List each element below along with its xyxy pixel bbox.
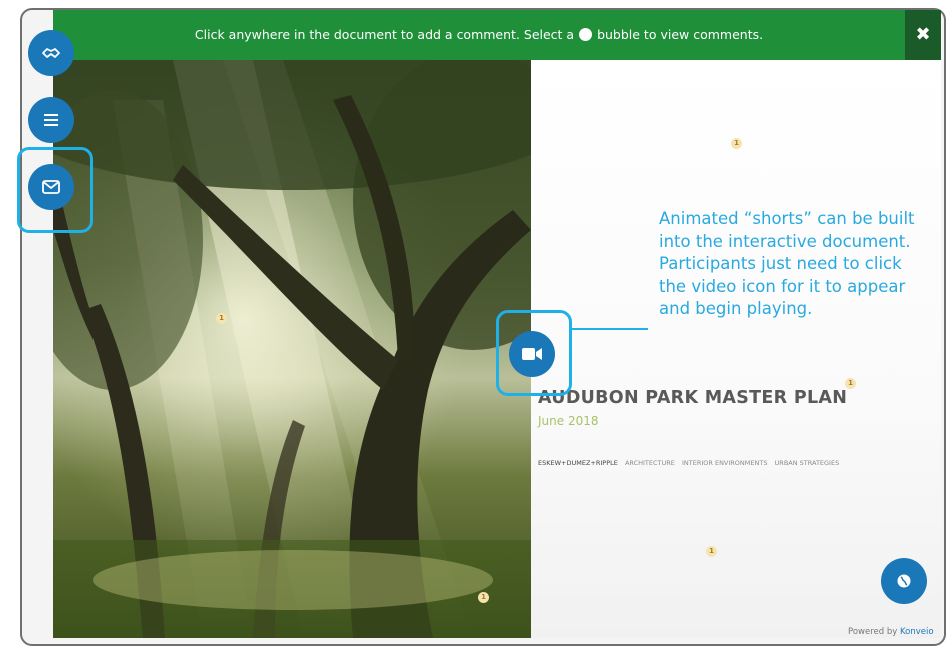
comment-marker[interactable]: 1	[216, 313, 227, 324]
globe-icon	[897, 574, 911, 588]
comment-marker[interactable]: 1	[706, 546, 717, 557]
video-button[interactable]	[509, 331, 555, 377]
handshake-icon	[42, 48, 60, 58]
oak-trees-image	[53, 60, 531, 638]
language-button[interactable]	[881, 558, 927, 604]
comment-marker[interactable]: 1	[731, 138, 742, 149]
credit-item: INTERIOR ENVIRONMENTS	[681, 459, 768, 467]
banner-text-start: Click anywhere in the document to add a …	[194, 27, 575, 42]
menu-icon	[44, 114, 58, 126]
banner-text-end: bubble to view comments.	[597, 27, 764, 42]
close-banner-button[interactable]: ✖	[905, 10, 941, 60]
instruction-banner: Click anywhere in the document to add a …	[53, 10, 941, 60]
firm-name: ESKEW+DUMEZ+RIPPLE	[538, 459, 618, 467]
mail-icon	[42, 180, 60, 194]
engage-button[interactable]	[28, 30, 74, 76]
comment-bubble-icon	[579, 28, 593, 41]
powered-by-label: Powered by	[848, 627, 898, 637]
document-credits: ESKEW+DUMEZ+RIPPLE ARCHITECTURE INTERIOR…	[538, 459, 844, 467]
brand-link[interactable]: Konveio	[900, 627, 934, 637]
cover-photo	[53, 60, 531, 638]
callout-connector	[570, 328, 648, 330]
video-callout: Animated “shorts” can be built into the …	[659, 209, 915, 318]
comment-marker[interactable]: 1	[845, 378, 856, 389]
powered-by: Powered by Konveio	[848, 627, 934, 637]
comment-marker[interactable]: 1	[478, 592, 489, 603]
credit-item: URBAN STRATEGIES	[774, 459, 840, 467]
mail-button[interactable]	[28, 164, 74, 210]
banner-message: Click anywhere in the document to add a …	[53, 10, 905, 60]
menu-button[interactable]	[28, 97, 74, 143]
credit-item: ARCHITECTURE	[624, 459, 675, 467]
document-date: June 2018	[538, 414, 599, 428]
video-camera-icon	[522, 348, 542, 360]
document-title: AUDUBON PARK MASTER PLAN	[538, 388, 848, 408]
